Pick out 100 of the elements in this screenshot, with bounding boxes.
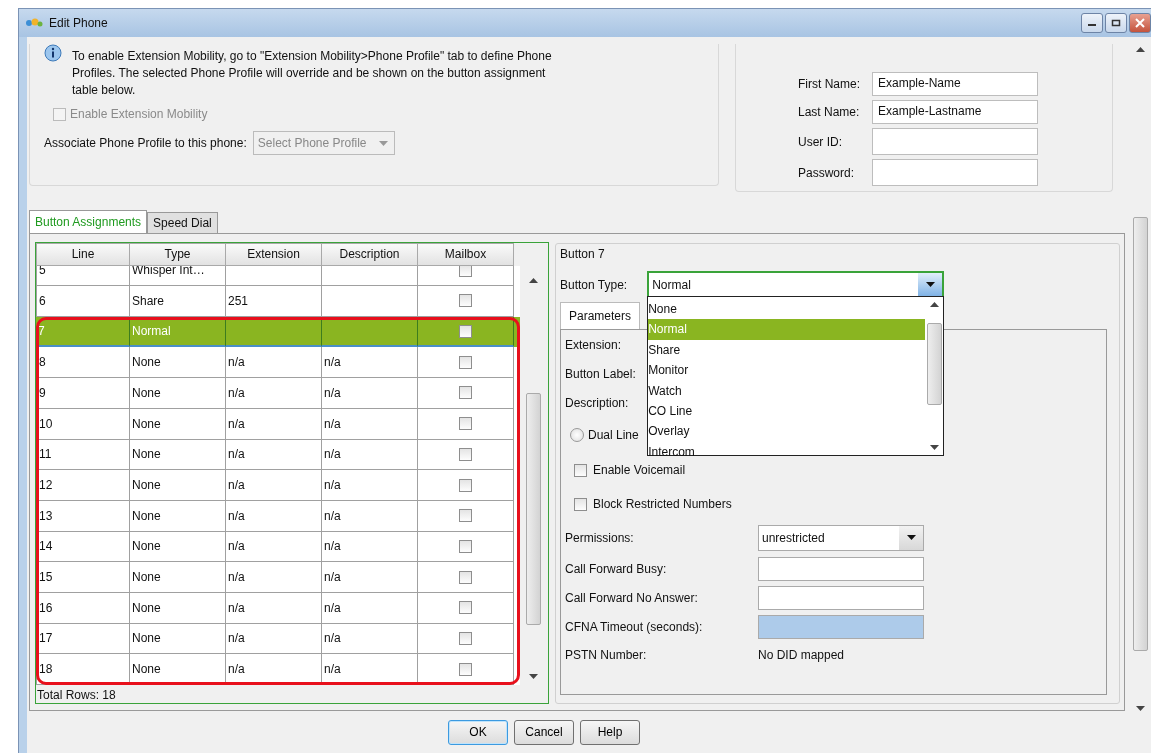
permissions-dropdown[interactable]: unrestricted <box>758 524 924 551</box>
mailbox-checkbox[interactable] <box>459 631 472 645</box>
close-icon <box>1135 18 1145 28</box>
column-header[interactable]: Line <box>36 243 130 266</box>
input-field[interactable]: Example-Lastname <box>872 100 1038 124</box>
panel-title: Button 7 <box>560 247 606 261</box>
input-field[interactable] <box>872 159 1038 186</box>
dropdown-option[interactable]: CO Line <box>648 400 926 422</box>
mailbox-checkbox[interactable] <box>459 539 472 553</box>
table-cell: n/a <box>322 408 418 440</box>
table-cell: 14 <box>36 531 130 563</box>
dialog-button[interactable]: Cancel <box>514 719 574 745</box>
table-cell: None <box>130 562 226 593</box>
table-cell: 16 <box>36 592 130 624</box>
minimize-button[interactable] <box>1081 13 1103 33</box>
table-cell: n/a <box>226 654 322 685</box>
table-cell: n/a <box>226 592 322 624</box>
table-row[interactable]: 6 Share 251 <box>36 286 520 317</box>
info-icon <box>44 44 62 62</box>
caret-icon <box>925 282 935 287</box>
table-cell: Normal <box>130 316 226 348</box>
table-cell: None <box>130 623 226 655</box>
dropdown-option[interactable]: Monitor <box>648 360 926 381</box>
mailbox-checkbox[interactable] <box>459 509 472 523</box>
dialog-button[interactable]: OK <box>448 719 508 745</box>
caret-icon <box>906 535 916 540</box>
table-cell: None <box>130 408 226 440</box>
table-cell: Whisper Int… <box>130 266 226 287</box>
table-cell: n/a <box>226 470 322 501</box>
scroll-up-icon[interactable] <box>528 278 538 283</box>
mailbox-checkbox[interactable] <box>459 570 472 584</box>
mailbox-checkbox[interactable] <box>459 447 472 461</box>
table-cell: n/a <box>322 500 418 532</box>
scroll-up-icon[interactable] <box>1135 47 1145 52</box>
table-cell: None <box>130 439 226 471</box>
field-value: No DID mapped <box>758 647 845 662</box>
table-row[interactable]: 8 None n/a n/a <box>36 347 520 379</box>
mailbox-checkbox[interactable] <box>459 266 472 277</box>
scroll-down-icon[interactable] <box>1135 706 1145 711</box>
field-label: PSTN Number: <box>565 647 647 662</box>
table-row[interactable]: 11 None n/a n/a <box>36 439 520 471</box>
dialog-button[interactable]: Help <box>580 719 640 745</box>
scroll-down-icon[interactable] <box>929 445 939 450</box>
table-row[interactable]: 17 None n/a n/a <box>36 623 520 655</box>
dropdown-option[interactable]: Intercom <box>648 441 926 463</box>
mailbox-checkbox[interactable] <box>459 386 472 400</box>
table-row[interactable]: 10 None n/a n/a <box>36 408 520 440</box>
input-field[interactable] <box>872 128 1038 155</box>
table-cell: None <box>130 592 226 624</box>
table-cell: 17 <box>36 623 130 655</box>
mailbox-checkbox[interactable] <box>459 478 472 492</box>
mailbox-checkbox[interactable] <box>459 355 472 369</box>
table-row[interactable]: 15 None n/a n/a <box>36 562 520 593</box>
mailbox-checkbox[interactable] <box>459 324 472 338</box>
table-row[interactable]: 9 None n/a n/a <box>36 378 520 409</box>
maximize-button[interactable] <box>1105 13 1127 33</box>
mailbox-checkbox[interactable] <box>459 601 472 615</box>
scroll-down-icon[interactable] <box>528 674 538 679</box>
dropdown-option[interactable]: Share <box>648 339 926 361</box>
table-row[interactable]: 13 None n/a n/a <box>36 500 520 532</box>
input-field[interactable]: Example-Name <box>872 72 1038 96</box>
table-cell: n/a <box>226 500 322 532</box>
table-cell: n/a <box>322 531 418 563</box>
dropdown-option[interactable]: None <box>648 299 926 320</box>
tab[interactable]: Speed Dial <box>147 212 218 233</box>
field-label: Password: <box>798 165 856 180</box>
column-header[interactable]: Extension <box>226 243 322 266</box>
checkbox[interactable] <box>574 463 587 477</box>
mailbox-checkbox[interactable] <box>459 662 472 676</box>
field-label: Associate Phone Profile to this phone: <box>44 136 247 150</box>
table-cell: None <box>130 654 226 685</box>
checkbox[interactable] <box>574 497 587 511</box>
close-button[interactable] <box>1129 13 1151 33</box>
dropdown-option[interactable]: Watch <box>648 380 926 401</box>
row-count: Total Rows: 18 <box>36 687 117 704</box>
table-cell: 5 <box>36 266 130 287</box>
table-cell: 12 <box>36 470 130 501</box>
table-row[interactable]: 5 Whisper Int… <box>36 266 520 287</box>
mailbox-checkbox[interactable] <box>459 294 472 308</box>
table-row[interactable]: 16 None n/a n/a <box>36 592 520 624</box>
dropdown-option[interactable]: Overlay <box>648 421 926 442</box>
table-cell: 18 <box>36 654 130 685</box>
column-header[interactable]: Type <box>130 243 226 266</box>
scroll-up-icon[interactable] <box>929 302 939 307</box>
table-cell: 10 <box>36 408 130 440</box>
field-label: Button Type: <box>560 277 628 292</box>
column-header[interactable]: Description <box>322 243 418 266</box>
table-row[interactable]: 18 None n/a n/a <box>36 654 520 685</box>
tab[interactable]: Parameters <box>560 302 641 329</box>
tab[interactable]: Button Assignments <box>29 210 148 233</box>
mailbox-checkbox[interactable] <box>459 417 472 431</box>
table-row[interactable]: 12 None n/a n/a <box>36 470 520 501</box>
table-row[interactable]: 14 None n/a n/a <box>36 531 520 563</box>
input-field[interactable] <box>758 585 924 610</box>
radio-button[interactable] <box>570 428 584 442</box>
column-header[interactable]: Mailbox <box>418 243 514 266</box>
field-label: Call Forward Busy: <box>565 561 667 576</box>
input-field[interactable] <box>758 556 924 581</box>
table-cell: n/a <box>322 347 418 379</box>
table-cell: 8 <box>36 347 130 379</box>
